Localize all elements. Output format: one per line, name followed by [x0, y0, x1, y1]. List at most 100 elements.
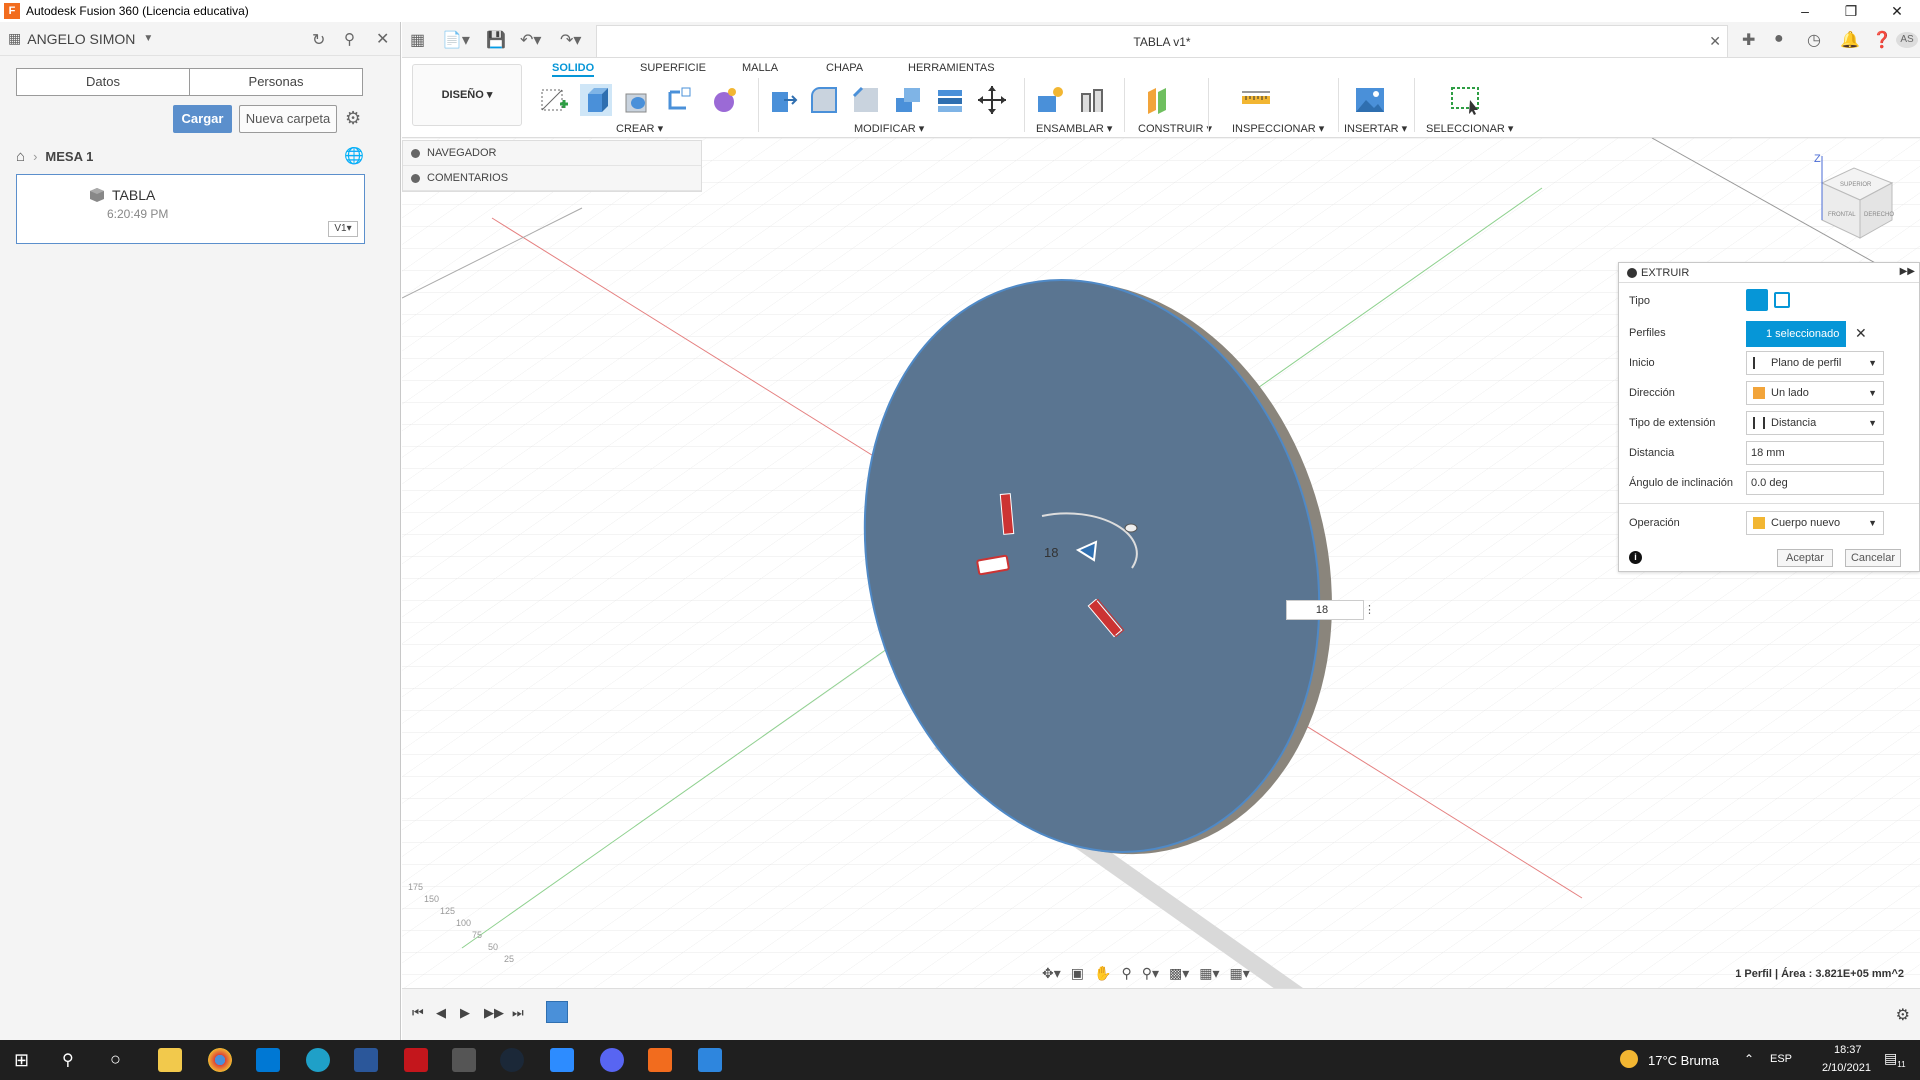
tab-malla[interactable]: MALLA	[742, 62, 778, 74]
info-icon[interactable]: i	[1629, 551, 1642, 564]
fusion-taskbar-icon[interactable]	[648, 1048, 672, 1072]
language-indicator[interactable]: ESP	[1770, 1053, 1792, 1065]
extensions-icon[interactable]: ●	[1774, 30, 1784, 48]
canvas-viewport[interactable]: 18 Z SUPERIOR FRONTAL DERECHO 175 150 12…	[402, 138, 1920, 988]
home-icon[interactable]: ⌂	[16, 148, 25, 165]
tab-datos[interactable]: Datos	[17, 69, 189, 95]
viewports-icon[interactable]: ▦▾	[1230, 965, 1250, 982]
timeline-settings-icon[interactable]: ⚙	[1896, 1005, 1910, 1025]
accept-button[interactable]: Aceptar	[1777, 549, 1833, 567]
taper-angle-field[interactable]	[1746, 471, 1884, 495]
window-select-icon[interactable]	[1450, 84, 1482, 116]
apps-grid-icon[interactable]: ▦	[8, 30, 21, 47]
navigator-toggle[interactable]: NAVEGADOR	[403, 141, 701, 166]
mail-icon[interactable]	[256, 1048, 280, 1072]
press-pull-icon[interactable]	[766, 84, 798, 116]
tab-personas[interactable]: Personas	[189, 69, 362, 95]
zoom-app-icon[interactable]	[550, 1048, 574, 1072]
close-window-button[interactable]: ✕	[1874, 0, 1920, 22]
type-solid-icon[interactable]	[1746, 289, 1768, 311]
photos-icon[interactable]	[698, 1048, 722, 1072]
notifications-icon[interactable]: 🔔	[1840, 30, 1860, 50]
extent-type-select[interactable]: Distancia ▼	[1746, 411, 1884, 435]
tab-superficie[interactable]: SUPERFICIE	[640, 62, 706, 74]
group-construir[interactable]: CONSTRUIR ▾	[1138, 122, 1212, 135]
clear-selection-icon[interactable]: ✕	[1855, 325, 1867, 342]
type-thin-icon[interactable]	[1774, 292, 1790, 308]
tray-chevron-icon[interactable]: ⌃	[1744, 1052, 1754, 1066]
notification-center-icon[interactable]: ▤11	[1884, 1050, 1906, 1069]
avatar[interactable]: AS	[1896, 32, 1918, 48]
tab-herramientas[interactable]: HERRAMIENTAS	[908, 62, 995, 74]
operation-select[interactable]: Cuerpo nuevo ▼	[1746, 511, 1884, 535]
apps-grid-icon[interactable]: ▦	[410, 30, 425, 50]
breadcrumb-project[interactable]: MESA 1	[45, 149, 93, 164]
cancel-button[interactable]: Cancelar	[1845, 549, 1901, 567]
revolve-icon[interactable]	[622, 84, 654, 116]
create-sketch-icon[interactable]	[538, 84, 570, 116]
save-icon[interactable]: 💾	[486, 30, 506, 50]
maximize-button[interactable]: ❐	[1828, 0, 1874, 22]
gear-icon[interactable]: ⚙	[345, 108, 361, 129]
tab-chapa[interactable]: CHAPA	[826, 62, 863, 74]
chrome-icon[interactable]	[208, 1048, 232, 1072]
step-forward-icon[interactable]: ▶▶	[484, 1005, 504, 1021]
group-crear[interactable]: CREAR ▾	[616, 122, 663, 135]
move-copy-icon[interactable]	[976, 84, 1008, 116]
edge-icon[interactable]	[306, 1048, 330, 1072]
redo-icon[interactable]: ↷▾	[560, 30, 581, 50]
display-settings-icon[interactable]: ▩▾	[1169, 965, 1189, 982]
upload-button[interactable]: Cargar	[173, 105, 232, 133]
step-back-icon[interactable]: ◀	[436, 1005, 446, 1021]
group-inspeccionar[interactable]: INSPECCIONAR ▾	[1232, 122, 1324, 135]
new-folder-button[interactable]: Nueva carpeta	[239, 105, 337, 133]
pan-icon[interactable]: ✋	[1094, 965, 1111, 982]
undo-icon[interactable]: ↶▾	[520, 30, 541, 50]
globe-icon[interactable]: 🌐	[344, 146, 364, 166]
chevron-down-icon[interactable]: ▼	[143, 33, 153, 44]
zoom-icon[interactable]: ⚲	[1121, 965, 1131, 982]
store-icon[interactable]	[452, 1048, 476, 1072]
go-to-start-icon[interactable]: ⏮	[412, 1005, 424, 1021]
distance-input-box[interactable]: ⋮	[1286, 600, 1375, 620]
combine-icon[interactable]	[934, 84, 966, 116]
profiles-selection[interactable]: 1 seleccionado	[1746, 321, 1846, 347]
minimize-button[interactable]: –	[1782, 0, 1828, 22]
weather-text[interactable]: 17°C Bruma	[1648, 1053, 1719, 1068]
comments-toggle[interactable]: COMENTARIOS	[403, 166, 701, 191]
sweep-icon[interactable]	[664, 84, 696, 116]
expand-dialog-icon[interactable]: ▶▶	[1900, 266, 1915, 277]
group-modificar[interactable]: MODIFICAR ▾	[854, 122, 924, 135]
more-options-icon[interactable]: ⋮	[1364, 603, 1375, 616]
start-select[interactable]: Plano de perfil ▼	[1746, 351, 1884, 375]
file-explorer-icon[interactable]	[158, 1048, 182, 1072]
group-ensamblar[interactable]: ENSAMBLAR ▾	[1036, 122, 1112, 135]
angle-handle[interactable]	[1124, 523, 1138, 533]
task-view-icon[interactable]: ○	[110, 1049, 121, 1070]
version-dropdown[interactable]: V1▾	[328, 221, 358, 237]
create-form-icon[interactable]	[708, 84, 740, 116]
direction-select[interactable]: Un lado ▼	[1746, 381, 1884, 405]
acrobat-icon[interactable]	[404, 1048, 428, 1072]
workspace-dropdown[interactable]: DISEÑO ▾	[412, 64, 522, 126]
insert-image-icon[interactable]	[1354, 84, 1386, 116]
timeline-extrude-feature[interactable]	[546, 1001, 568, 1023]
play-icon[interactable]: ▶	[460, 1005, 470, 1021]
offset-plane-icon[interactable]	[1142, 84, 1174, 116]
search-icon[interactable]: ⚲	[62, 1050, 74, 1070]
group-seleccionar[interactable]: SELECCIONAR ▾	[1426, 122, 1513, 135]
clock-time[interactable]: 18:37	[1834, 1044, 1862, 1056]
close-panel-icon[interactable]: ✕	[376, 29, 389, 49]
help-icon[interactable]: ❓	[1872, 30, 1892, 50]
grid-settings-icon[interactable]: ▦▾	[1199, 965, 1219, 982]
measure-icon[interactable]	[1240, 84, 1272, 116]
distance-field[interactable]	[1746, 441, 1884, 465]
fit-icon[interactable]: ⚲▾	[1142, 965, 1159, 982]
job-status-icon[interactable]: ◷	[1807, 30, 1821, 50]
distance-input[interactable]	[1287, 601, 1357, 619]
shell-icon[interactable]	[892, 84, 924, 116]
extrude-icon[interactable]	[580, 84, 612, 116]
windows-start-icon[interactable]: ⊞	[14, 1050, 29, 1071]
orbit-icon[interactable]: ✥▾	[1042, 965, 1061, 982]
weather-icon[interactable]	[1620, 1050, 1638, 1068]
